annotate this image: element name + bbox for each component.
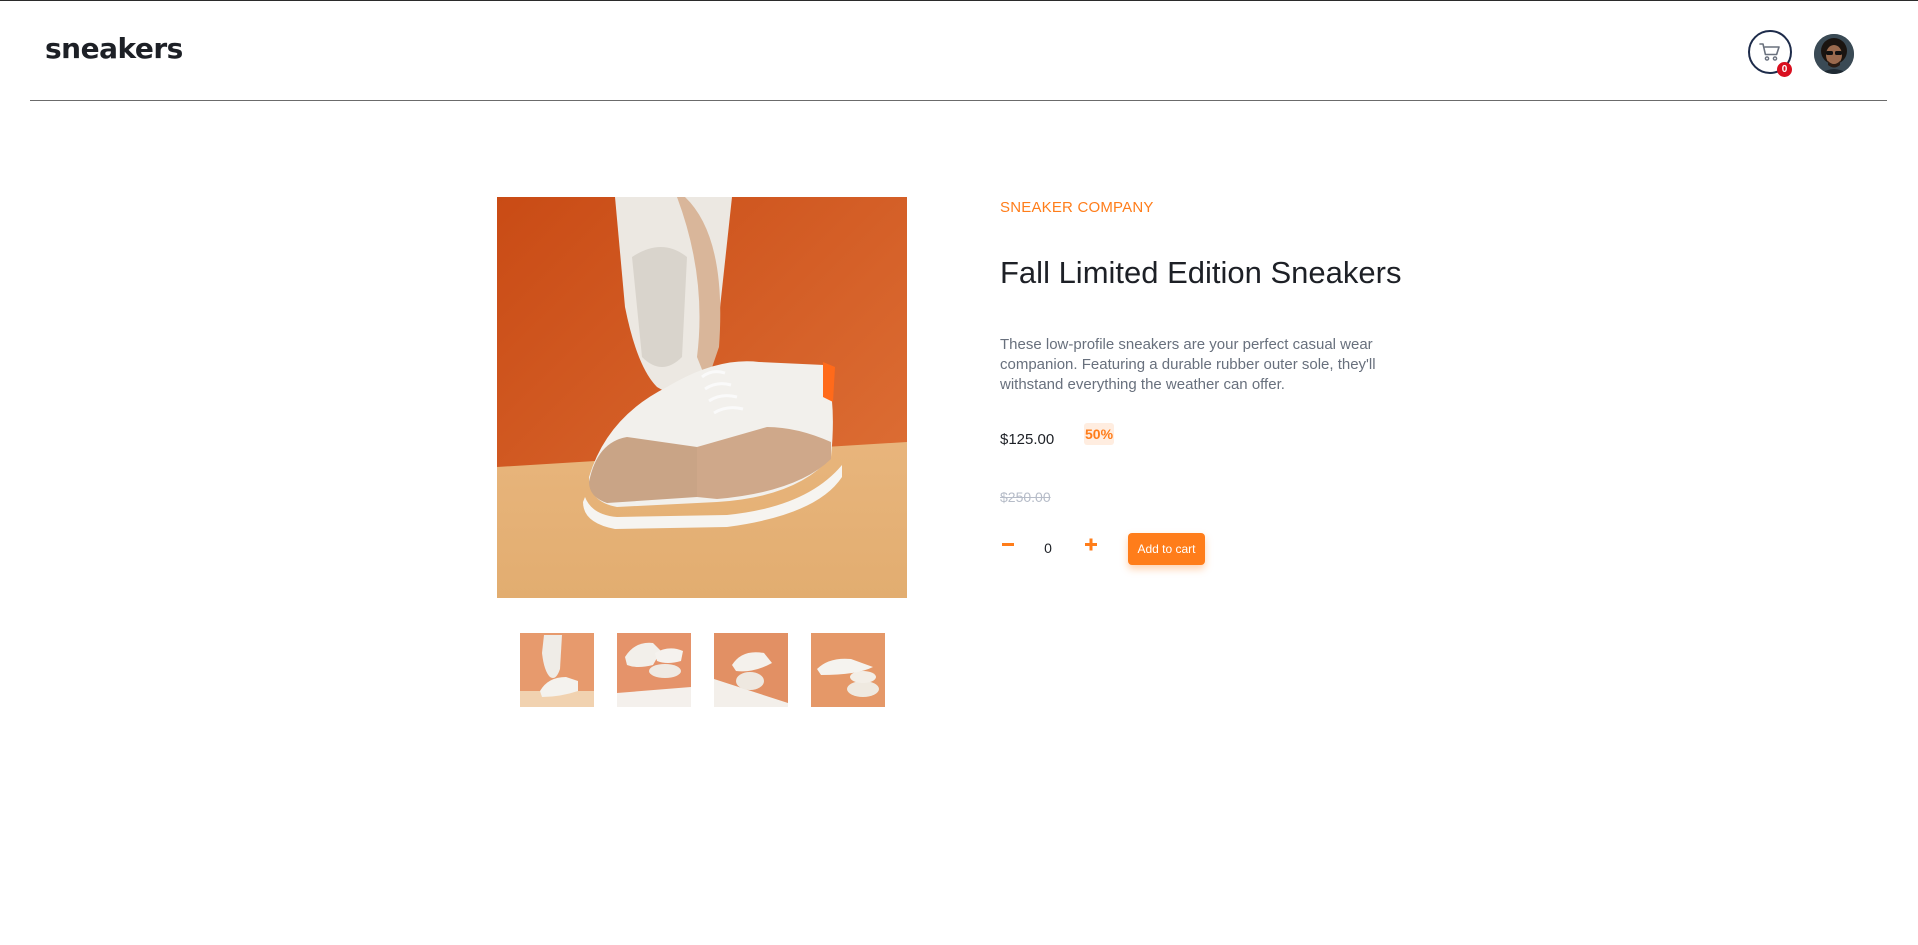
current-price: $125.00 (1000, 431, 1055, 448)
thumbnail-3[interactable] (714, 633, 788, 707)
page: sneakers 0 SNEAKER COMPANY Fall Limited … (0, 0, 1918, 945)
decrease-quantity-button[interactable] (1000, 536, 1016, 552)
thumbnail-1[interactable] (520, 633, 594, 707)
cart-count-badge: 0 (1777, 62, 1792, 77)
product-title: Fall Limited Edition Sneakers (1000, 255, 1402, 290)
discount-badge: 50% (1084, 423, 1115, 445)
thumbnail-2[interactable] (617, 633, 691, 707)
user-avatar[interactable] (1814, 34, 1854, 74)
main-product-image[interactable] (497, 197, 907, 598)
increase-quantity-button[interactable] (1083, 536, 1099, 552)
site-header: sneakers 0 (30, 2, 1887, 101)
quantity-value: 0 (1044, 540, 1052, 556)
company-name: SNEAKER COMPANY (1000, 199, 1154, 216)
original-price: $250.00 (1000, 489, 1051, 505)
thumbnail-4[interactable] (811, 633, 885, 707)
minus-icon (1002, 543, 1014, 546)
product-description: These low-profile sneakers are your perf… (1000, 336, 1376, 393)
sneaker-photo (497, 197, 907, 598)
avatar-image (1814, 34, 1854, 74)
add-to-cart-button[interactable]: Add to cart (1128, 533, 1205, 565)
plus-icon (1085, 538, 1097, 551)
cart-icon (1759, 43, 1780, 61)
logo[interactable]: sneakers (45, 32, 183, 65)
cart-button[interactable]: 0 (1748, 30, 1792, 77)
